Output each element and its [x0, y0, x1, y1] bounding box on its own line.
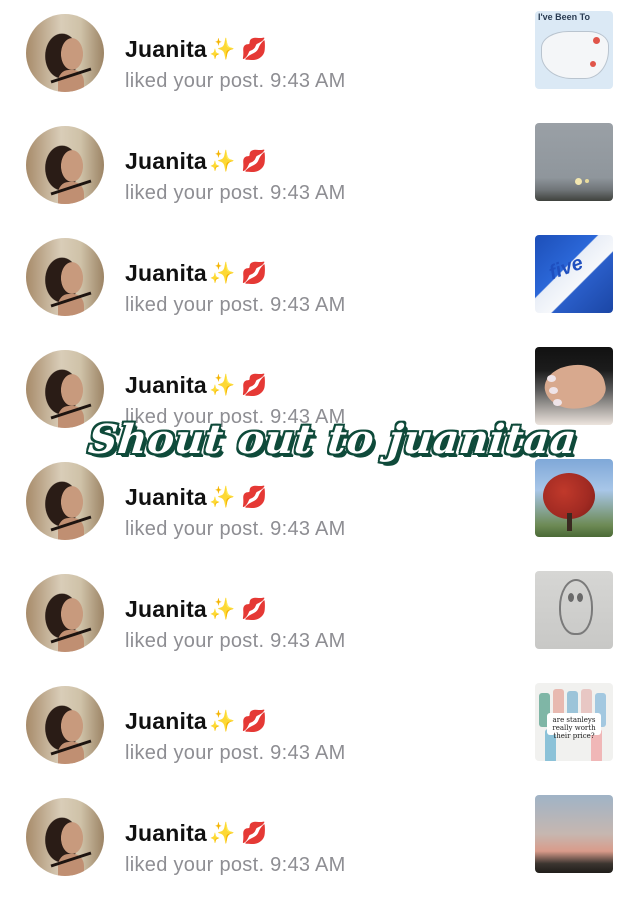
- notification-row[interactable]: Juanita✨ 💋 liked your post. 9:43 AM I've…: [0, 11, 640, 124]
- sparkles-kiss-emoji: ✨ 💋: [208, 822, 268, 845]
- post-thumbnail[interactable]: [535, 347, 613, 425]
- notification-text: liked your post. 9:43 AM: [125, 854, 346, 876]
- notification-row[interactable]: Juanita✨ 💋 liked your post. 9:43 AM: [0, 571, 640, 684]
- user-name[interactable]: Juanita✨ 💋: [125, 148, 268, 178]
- sparkles-kiss-emoji: ✨ 💋: [208, 262, 268, 285]
- sparkles-kiss-emoji: ✨ 💋: [208, 486, 268, 509]
- thumbnail-caption: I've Been To: [538, 12, 590, 22]
- avatar[interactable]: [26, 574, 104, 652]
- notification-row[interactable]: Juanita✨ 💋 liked your post. 9:43 AM five: [0, 235, 640, 348]
- user-name[interactable]: Juanita✨ 💋: [125, 820, 268, 850]
- avatar[interactable]: [26, 798, 104, 876]
- notification-text: liked your post. 9:43 AM: [125, 630, 346, 652]
- thumbnail-caption: are stanleys really worth their price?: [547, 713, 601, 740]
- notification-row[interactable]: Juanita✨ 💋 liked your post. 9:43 AM are …: [0, 683, 640, 796]
- avatar[interactable]: [26, 14, 104, 92]
- user-name[interactable]: Juanita✨ 💋: [125, 484, 268, 514]
- avatar[interactable]: [26, 686, 104, 764]
- notification-row[interactable]: Juanita✨ 💋 liked your post. 9:43 AM: [0, 459, 640, 572]
- user-name[interactable]: Juanita✨ 💋: [125, 36, 268, 66]
- notification-row[interactable]: Juanita✨ 💋 liked your post. 9:43 AM: [0, 123, 640, 236]
- sparkles-kiss-emoji: ✨ 💋: [208, 38, 268, 61]
- notification-text: liked your post. 9:43 AM: [125, 182, 346, 204]
- post-thumbnail[interactable]: I've Been To: [535, 11, 613, 89]
- notification-text: liked your post. 9:43 AM: [125, 70, 346, 92]
- notification-text: liked your post. 9:43 AM: [125, 518, 346, 540]
- user-name[interactable]: Juanita✨ 💋: [125, 260, 268, 290]
- notification-text: liked your post. 9:43 AM: [125, 742, 346, 764]
- avatar[interactable]: [26, 238, 104, 316]
- sparkles-kiss-emoji: ✨ 💋: [208, 598, 268, 621]
- post-thumbnail[interactable]: five: [535, 235, 613, 313]
- post-thumbnail[interactable]: [535, 795, 613, 873]
- sparkles-kiss-emoji: ✨ 💋: [208, 150, 268, 173]
- notification-text: liked your post. 9:43 AM: [125, 294, 346, 316]
- post-thumbnail[interactable]: [535, 571, 613, 649]
- user-name[interactable]: Juanita✨ 💋: [125, 596, 268, 626]
- sparkles-kiss-emoji: ✨ 💋: [208, 710, 268, 733]
- user-name[interactable]: Juanita✨ 💋: [125, 708, 268, 738]
- avatar[interactable]: [26, 126, 104, 204]
- post-thumbnail[interactable]: [535, 123, 613, 201]
- notification-row[interactable]: Juanita✨ 💋 liked your post. 9:43 AM: [0, 795, 640, 908]
- post-thumbnail[interactable]: are stanleys really worth their price?: [535, 683, 613, 761]
- user-name[interactable]: Juanita✨ 💋: [125, 372, 268, 402]
- thumbnail-caption: five: [546, 251, 587, 285]
- sparkles-kiss-emoji: ✨ 💋: [208, 374, 268, 397]
- overlay-caption: Shout out to juanitaa: [86, 416, 580, 463]
